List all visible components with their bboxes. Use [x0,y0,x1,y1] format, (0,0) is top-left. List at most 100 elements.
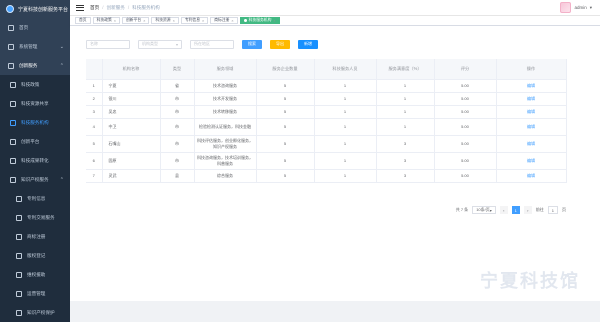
table-cell-name: 灵武 [102,169,161,183]
tag-item[interactable]: 专利信息 × [180,17,209,24]
goto-suffix: 页 [562,207,566,212]
breadcrumb-item-home[interactable]: 首页 [90,5,99,11]
table-cell-field: 科技咨询服务，技术培训服务，科普服务 [194,152,257,170]
sidebar-item[interactable]: 创新服务 ⌃ [0,56,70,75]
tag-item[interactable]: 创新平台 × [122,17,150,24]
search-button[interactable]: 搜索 [242,39,262,49]
sidebar-item[interactable]: 专利信息 [0,189,70,208]
table-cell-c1: 5 [256,79,315,93]
table-cell-name: 银川 [102,92,161,106]
breadcrumb-item-section[interactable]: 创新服务 [106,5,124,11]
tag-item[interactable]: 科技服务机构 × [239,17,280,24]
table-row[interactable]: 1 宁夏省技术咨询服务 5 1 1 5.00 编辑 [86,79,567,93]
table-row[interactable]: 5 石嘴山市科技评估服务，创业孵化服务，知识产权服务 5 1 3 5.00 编辑 [86,134,567,153]
sidebar-item-label: 科技服务机构 [21,119,49,125]
sidebar-item[interactable]: 科技资源共享 [0,94,70,113]
hamburger-icon[interactable] [76,4,84,11]
table-cell-c1: 5 [256,92,315,106]
tag-label: 科技资源 [155,18,171,22]
table-header-cell: 服务领域 [194,59,257,80]
tag-item[interactable]: 首页 [75,17,91,24]
edit-link[interactable]: 编辑 [496,79,567,93]
edit-link[interactable]: 编辑 [496,134,567,153]
sidebar-item[interactable]: 知识产权保护 [0,303,70,322]
edit-link[interactable]: 编辑 [496,169,567,183]
app-title: 宁夏科技创新服务平台 [18,6,69,13]
user-menu[interactable]: admin ▾ [560,2,592,13]
table-row[interactable]: 7 灵武县综合服务 5 1 3 5.00 编辑 [86,169,567,183]
edit-link[interactable]: 编辑 [496,92,567,106]
type-select[interactable]: 机构类型 ▾ [138,39,182,49]
table-cell-c3: 1 [376,118,435,136]
next-page-button[interactable]: › [523,206,532,214]
prev-page-button[interactable]: ‹ [499,206,508,214]
table-cell-c1: 5 [256,134,315,153]
table-row[interactable]: 3 吴忠市技术转移服务 5 1 1 5.00 编辑 [86,105,567,119]
sidebar-item[interactable]: 科技政策 [0,75,70,94]
table-body: 1 宁夏省技术咨询服务 5 1 1 5.00 编辑 2 银川市技术开发服务 5 1 1 5.00 编辑 3 吴… [86,79,567,183]
table-cell-c1: 5 [256,152,315,170]
region-input[interactable]: 所在地区 [190,39,234,49]
add-button[interactable]: 新增 [298,39,318,49]
table-cell-c1: 5 [256,169,315,183]
sidebar-item-label: 维权援助 [27,271,46,277]
close-icon[interactable]: × [143,19,145,23]
sidebar-item[interactable]: 科技成果转化 [0,151,70,170]
sidebar-item-label: 知识产权保护 [27,309,55,315]
table-header-cell: 机构名称 [102,59,161,80]
menu-icon [16,252,22,259]
table-row[interactable]: 6 固原市科技咨询服务，技术培训服务，科普服务 5 1 3 5.00 编辑 [86,152,567,170]
name-search-input[interactable]: 名称 [86,39,130,49]
sidebar-item[interactable]: 版权登记 [0,246,70,265]
sidebar-item-label: 版权登记 [27,252,46,258]
export-button[interactable]: 导出 [270,39,290,49]
tag-item[interactable]: 科技政策 × [92,17,120,24]
close-icon[interactable]: × [273,19,275,23]
data-table: 机构名称 类型 服务领域 服务企业数量 科技服务人员 服务满意度（%） 评分 操作 1 宁夏省技… [86,59,567,183]
tag-item[interactable]: 商标注册 × [210,17,238,24]
sidebar-item-label: 科技资源共享 [21,100,49,106]
sidebar-item[interactable]: 专利交易服务 [0,208,70,227]
goto-label: 前往 [535,207,544,212]
edit-link[interactable]: 编辑 [496,105,567,119]
sidebar-item[interactable]: 系统管理 ⌄ [0,37,70,56]
close-icon[interactable]: × [173,19,175,23]
edit-link[interactable]: 编辑 [496,118,567,136]
sidebar-item[interactable]: 商标注册 [0,227,70,246]
menu-icon [10,157,16,164]
goto-page-input[interactable]: 1 [547,206,558,214]
sidebar-item[interactable]: 创新平台 [0,132,70,151]
tag-label: 科技政策 [96,18,112,22]
close-icon[interactable]: × [231,19,233,23]
page-size-select[interactable]: 10条/页 ▾ [472,206,496,214]
close-icon[interactable]: × [114,19,116,23]
sidebar-item[interactable]: 首页 [0,18,70,37]
table-cell-c2: 1 [314,134,377,153]
sidebar-menu: 首页 系统管理 ⌄ 创新服务 ⌃ 科技政策 科技资源共享 科技服务机构 创新平台 科技成果转化 知识… [0,18,70,322]
page-number-1[interactable]: 1 [511,206,520,214]
edit-link[interactable]: 编辑 [496,152,567,170]
table-row[interactable]: 4 中卫市检验检测认证服务，科技金融 5 1 1 5.00 编辑 [86,118,567,136]
chevron-down-icon: ▾ [589,4,592,10]
app-logo[interactable]: 宁夏科技创新服务平台 [0,0,70,18]
sidebar-item[interactable]: 运营管理 [0,284,70,303]
table-cell-c2: 1 [314,169,377,183]
sidebar-item[interactable]: 维权援助 [0,265,70,284]
tag-item[interactable]: 科技资源 × [151,17,179,24]
chevron-icon: ⌄ [59,43,64,50]
table-cell-score: 5.00 [434,169,497,183]
sidebar-item[interactable]: 科技服务机构 [0,113,70,132]
avatar[interactable] [560,2,572,13]
table-cell-field: 检验检测认证服务，科技金融 [194,118,257,136]
table-header-index [86,59,103,80]
table-cell-field: 综合服务 [194,169,257,183]
breadcrumb-separator: / [102,4,104,10]
table-cell-name: 固原 [102,152,161,170]
sidebar-item[interactable]: 知识产权服务 ⌃ [0,170,70,189]
table-header-cell: 操作 [496,59,567,80]
table-row[interactable]: 2 银川市技术开发服务 5 1 1 5.00 编辑 [86,92,567,106]
search-bar: 名称 机构类型 ▾ 所在地区 搜索 导出 新增 [86,38,584,50]
logo-icon [6,5,14,13]
sidebar-item-label: 知识产权服务 [21,176,49,182]
close-icon[interactable]: × [202,19,204,23]
